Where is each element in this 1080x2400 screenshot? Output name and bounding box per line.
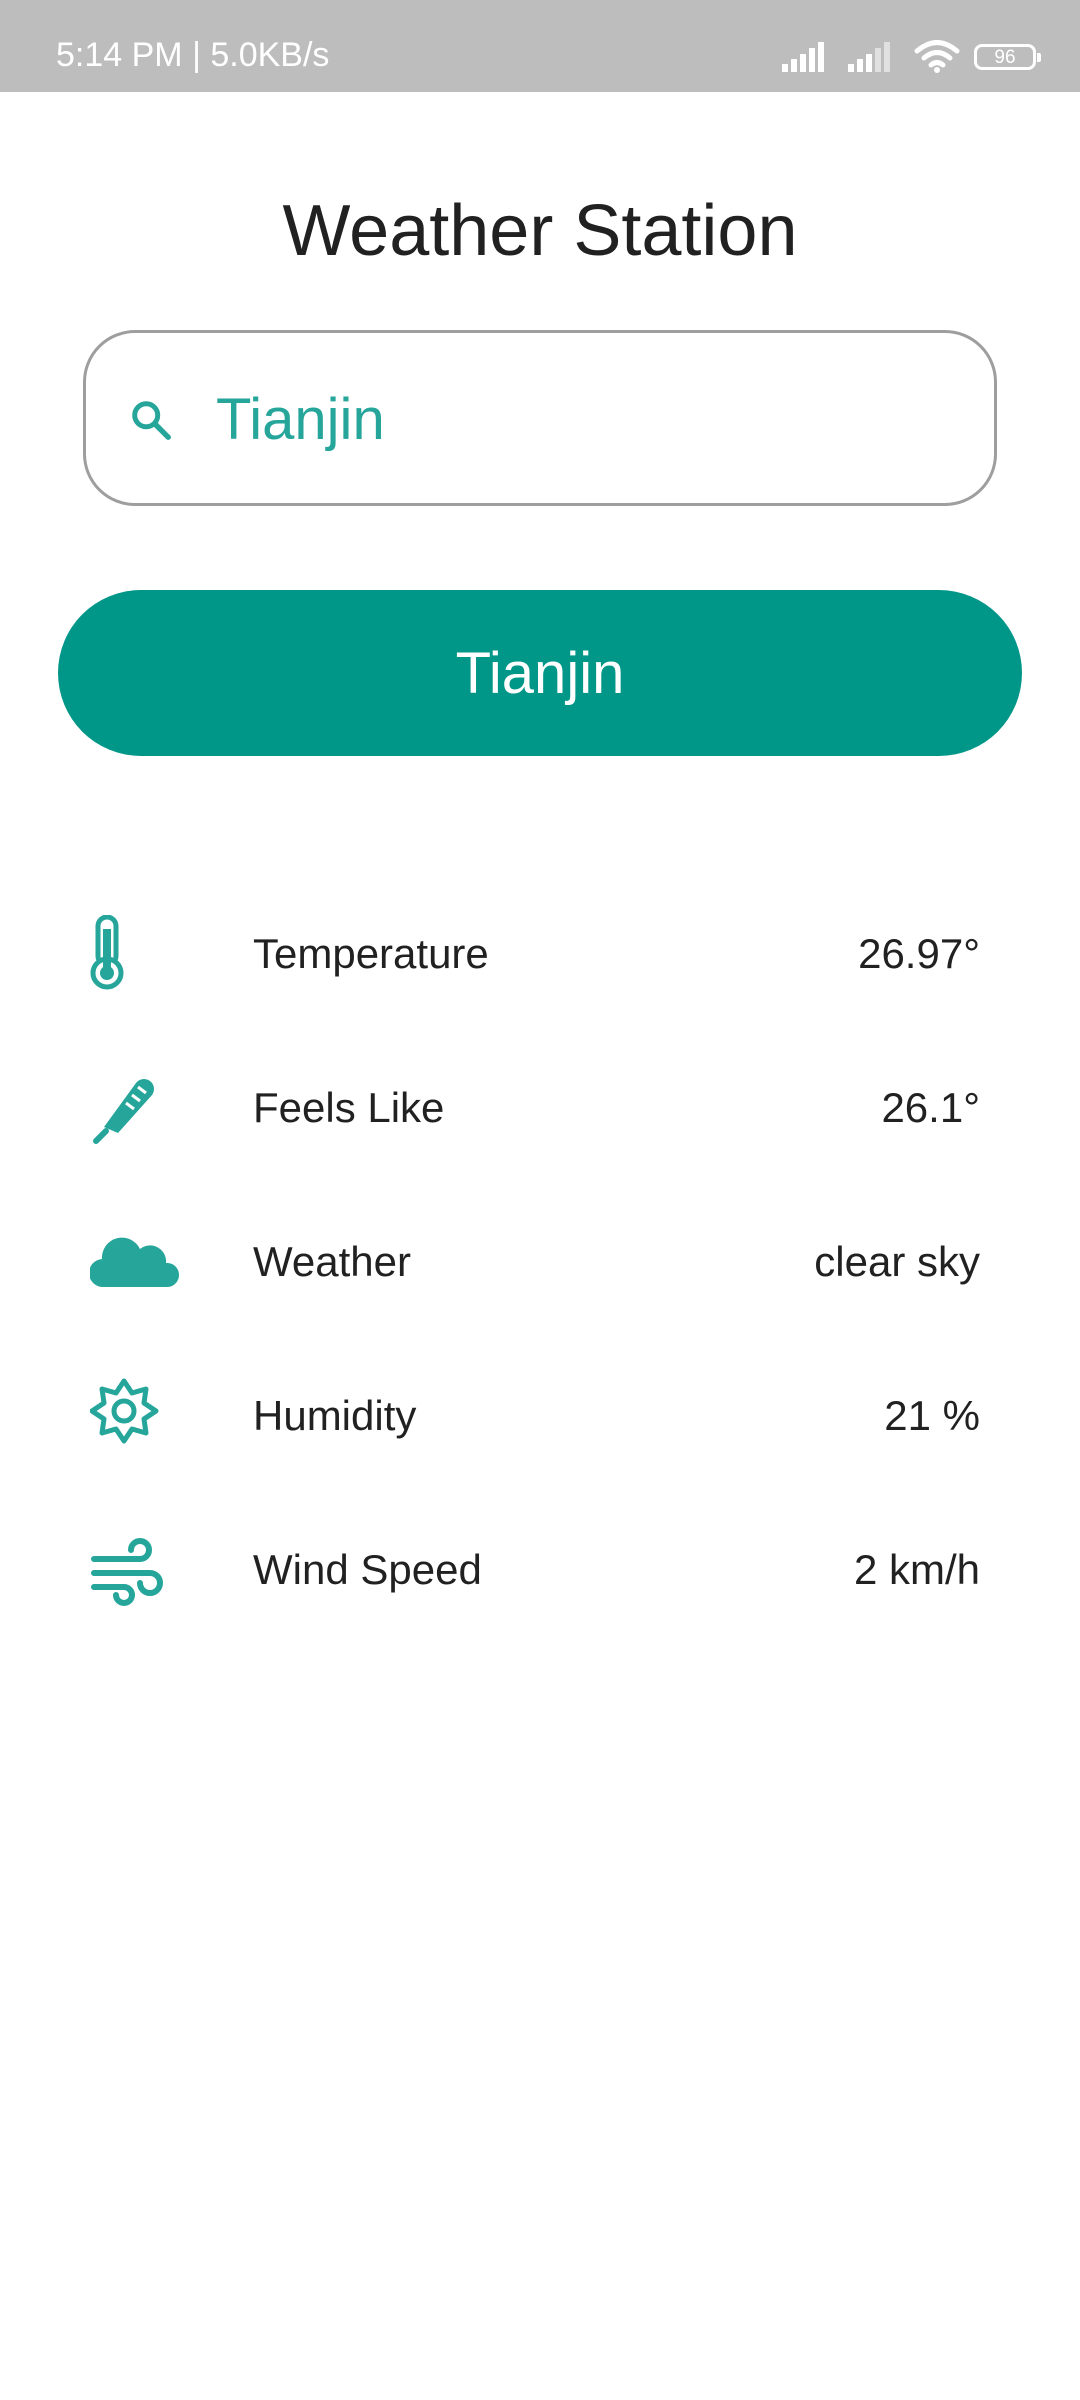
feels-like-value: 26.1°: [881, 1084, 980, 1131]
status-time-speed: 5:14 PM | 5.0KB/s: [56, 36, 330, 74]
feels-like-row: Feels Like 26.1°: [0, 1047, 1080, 1167]
battery-level: 96: [994, 46, 1016, 68]
weather-row: Weather clear sky: [0, 1201, 1080, 1321]
status-bar: 5:14 PM | 5.0KB/s 96: [0, 0, 1080, 92]
temperature-row: Temperature 26.97°: [0, 893, 1080, 1013]
thermometer-tilted-icon: [93, 1079, 154, 1144]
search-input[interactable]: [216, 385, 956, 455]
wind-speed-label: Wind Speed: [253, 1546, 482, 1593]
humidity-label: Humidity: [253, 1392, 417, 1439]
cloud-icon: [90, 1237, 179, 1288]
sun-gear-icon: [90, 1378, 159, 1444]
weather-value: clear sky: [814, 1238, 980, 1285]
signal-icon-2: [848, 42, 890, 72]
signal-icon: [782, 42, 824, 72]
temperature-value: 26.97°: [858, 930, 980, 977]
weather-label: Weather: [253, 1238, 411, 1285]
search-icon: [132, 401, 171, 440]
thermometer-icon: [90, 915, 124, 990]
page-title: Weather Station: [282, 191, 798, 271]
wind-speed-row: Wind Speed 2 km/h: [0, 1509, 1080, 1629]
wind-speed-value: 2 km/h: [853, 1546, 980, 1593]
feels-like-label: Feels Like: [253, 1084, 445, 1131]
temperature-label: Temperature: [253, 930, 489, 977]
status-icons: 96: [782, 40, 1041, 74]
humidity-row: Humidity 21 %: [0, 1355, 1080, 1475]
wifi-icon: [914, 40, 960, 73]
humidity-value: 21 %: [884, 1392, 980, 1439]
weather-screen: 5:14 PM | 5.0KB/s 96 Weather Station Tia…: [0, 0, 1080, 2400]
city-button[interactable]: Tianjin: [58, 590, 1022, 756]
wind-icon: [91, 1538, 163, 1606]
battery-icon: 96: [974, 44, 1041, 70]
search-field[interactable]: [83, 330, 997, 506]
